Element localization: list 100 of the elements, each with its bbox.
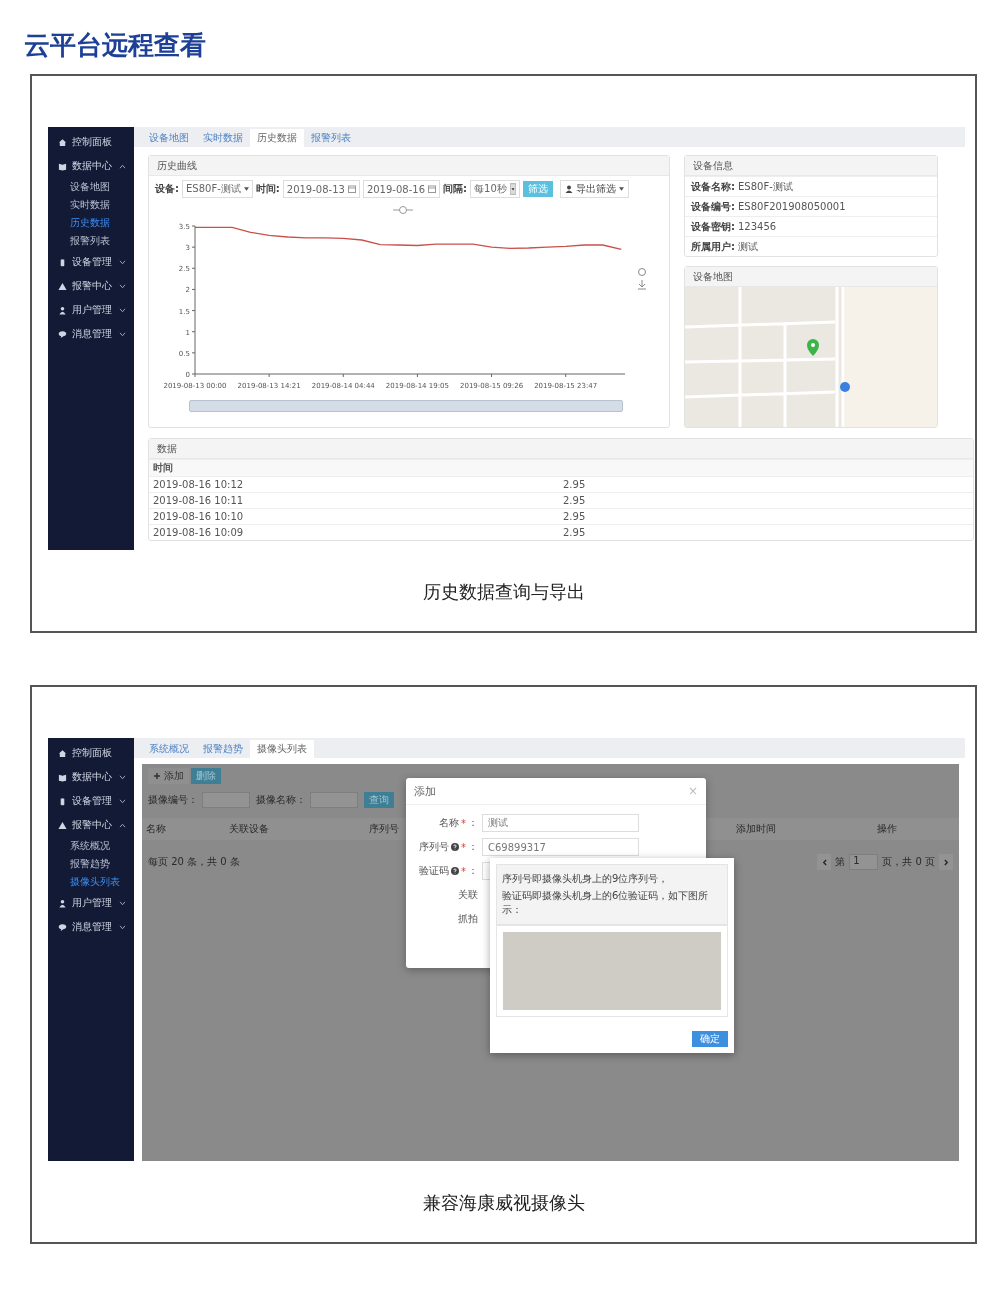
column-header: 时间 bbox=[153, 461, 174, 475]
sidebar-item[interactable]: 报警中心 bbox=[48, 813, 134, 837]
tab[interactable]: 实时数据 bbox=[196, 129, 250, 147]
table-cell-text: 2.95 bbox=[563, 479, 587, 490]
tab[interactable]: 摄像头列表 bbox=[250, 740, 314, 758]
user-icon bbox=[58, 305, 67, 315]
sidebar-item[interactable]: 数据中心 bbox=[48, 154, 134, 178]
field-label: 摄像编号： bbox=[148, 793, 198, 807]
tab[interactable]: 历史数据 bbox=[250, 129, 304, 147]
table-cell-text: 2019-08-16 10:09 bbox=[153, 527, 245, 538]
sidebar-item[interactable]: 控制面板 bbox=[48, 130, 134, 154]
help-icon[interactable] bbox=[451, 843, 459, 851]
chat-icon bbox=[58, 922, 67, 932]
sidebar-item[interactable]: 用户管理 bbox=[48, 298, 134, 322]
sidebar-item[interactable]: 消息管理 bbox=[48, 915, 134, 939]
legend-marker-icon[interactable] bbox=[392, 206, 414, 214]
sidebar-subitem[interactable]: 系统概况 bbox=[48, 837, 134, 855]
interval-select[interactable]: 每10秒 bbox=[470, 180, 520, 198]
field-label: 时间: bbox=[255, 182, 280, 196]
column-header: 添加时间 bbox=[736, 822, 776, 836]
next-page-button[interactable] bbox=[939, 854, 953, 870]
required-mark: * bbox=[461, 841, 466, 853]
tab[interactable]: 报警趋势 bbox=[196, 740, 250, 758]
pager-label: 第 bbox=[835, 855, 846, 869]
date-field[interactable]: 2019-08-13 bbox=[282, 180, 360, 198]
sidebar-item[interactable]: 控制面板 bbox=[48, 741, 134, 765]
sidebar-subitem[interactable]: 设备地图 bbox=[48, 178, 134, 196]
help-text: 序列号即摄像头机身上的9位序列号， bbox=[502, 872, 670, 886]
previous-page-button[interactable] bbox=[817, 854, 832, 870]
chevron-left-icon bbox=[821, 858, 827, 866]
user-icon bbox=[58, 898, 67, 908]
sidebar-item[interactable]: 用户管理 bbox=[48, 891, 134, 915]
user-icon bbox=[564, 185, 573, 193]
info-value: ES80F-测试 bbox=[738, 179, 793, 194]
database-icon bbox=[58, 796, 67, 806]
required-mark: * bbox=[461, 817, 466, 829]
table-cell-text: 2.95 bbox=[563, 527, 587, 538]
chat-icon bbox=[58, 329, 67, 339]
caret-icon bbox=[618, 187, 624, 191]
pager-label: 页，共 0 页 bbox=[882, 855, 935, 869]
calendar-icon bbox=[347, 185, 356, 193]
page-field[interactable]: 1 bbox=[849, 854, 879, 870]
field-label: 抓拍 bbox=[458, 912, 478, 926]
sidebar-item[interactable]: 消息管理 bbox=[48, 322, 134, 346]
help-icon[interactable] bbox=[451, 867, 459, 875]
export-button[interactable]: 导出筛选 bbox=[559, 180, 629, 198]
tab[interactable]: 报警列表 bbox=[304, 129, 358, 147]
sidebar-subitem[interactable]: 历史数据 bbox=[48, 214, 134, 232]
field-label: 关联 bbox=[458, 888, 478, 902]
field-label: 验证码 bbox=[419, 864, 449, 878]
caption: 兼容海康威视摄像头 bbox=[421, 1191, 586, 1215]
warning-icon bbox=[58, 820, 67, 830]
add-button[interactable]: 添加 bbox=[148, 768, 189, 784]
page-summary: 每页 20 条，共 0 条 bbox=[148, 855, 240, 869]
spinner-icon bbox=[509, 183, 516, 195]
field-label: 间隔: bbox=[443, 182, 467, 196]
sidebar-subitem[interactable]: 实时数据 bbox=[48, 196, 134, 214]
colon: ： bbox=[468, 840, 478, 854]
input-field[interactable]: C69899317 bbox=[482, 838, 639, 856]
card-title: 历史曲线 bbox=[149, 156, 669, 176]
sidebar-item[interactable]: 设备管理 bbox=[48, 250, 134, 274]
sidebar-item[interactable]: 设备管理 bbox=[48, 789, 134, 813]
page-title: 云平台远程查看 bbox=[24, 29, 206, 62]
info-label: 设备编号: bbox=[691, 199, 735, 214]
field-label: 序列号 bbox=[419, 840, 449, 854]
info-label: 设备名称: bbox=[691, 179, 735, 194]
info-value: 测试 bbox=[738, 239, 758, 254]
device-dropdown[interactable]: ES80F-测试 bbox=[182, 180, 253, 198]
colon: ： bbox=[468, 816, 478, 830]
home-icon bbox=[58, 748, 67, 758]
table-cell-text: 2019-08-16 10:12 bbox=[153, 479, 245, 490]
tab[interactable]: 系统概况 bbox=[142, 740, 196, 758]
tab[interactable]: 设备地图 bbox=[142, 129, 196, 147]
plus-icon bbox=[153, 772, 161, 780]
info-label: 所属用户: bbox=[691, 239, 735, 254]
sidebar-item[interactable]: 数据中心 bbox=[48, 765, 134, 789]
table-cell-text: 2.95 bbox=[563, 511, 587, 522]
colon: ： bbox=[468, 864, 478, 878]
download-icon[interactable] bbox=[637, 279, 647, 290]
zoom-slider[interactable] bbox=[189, 400, 623, 412]
input-field[interactable]: 测试 bbox=[482, 814, 639, 832]
info-label: 设备密钥: bbox=[691, 219, 735, 234]
date-field[interactable]: 2019-08-16 bbox=[362, 180, 440, 198]
book-icon bbox=[58, 772, 67, 782]
confirm-button[interactable]: 确定 bbox=[692, 1031, 728, 1047]
card-title: 设备地图 bbox=[685, 267, 937, 287]
field-label: 设备: bbox=[155, 182, 179, 196]
column-header: 操作 bbox=[877, 822, 897, 836]
dialog-title: 添加 bbox=[414, 783, 436, 799]
sidebar-subitem[interactable]: 报警趋势 bbox=[48, 855, 134, 873]
sidebar-item[interactable]: 报警中心 bbox=[48, 274, 134, 298]
database-icon bbox=[58, 257, 67, 267]
sidebar-subitem[interactable]: 报警列表 bbox=[48, 232, 134, 250]
field-label: 名称 bbox=[439, 816, 459, 830]
info-value: 123456 bbox=[738, 221, 777, 232]
book-icon bbox=[58, 161, 67, 171]
sidebar-subitem[interactable]: 摄像头列表 bbox=[48, 873, 134, 891]
card-title: 数据 bbox=[149, 439, 973, 459]
column-header: 名称 bbox=[146, 822, 166, 836]
table-cell-text: 2.95 bbox=[563, 495, 587, 506]
